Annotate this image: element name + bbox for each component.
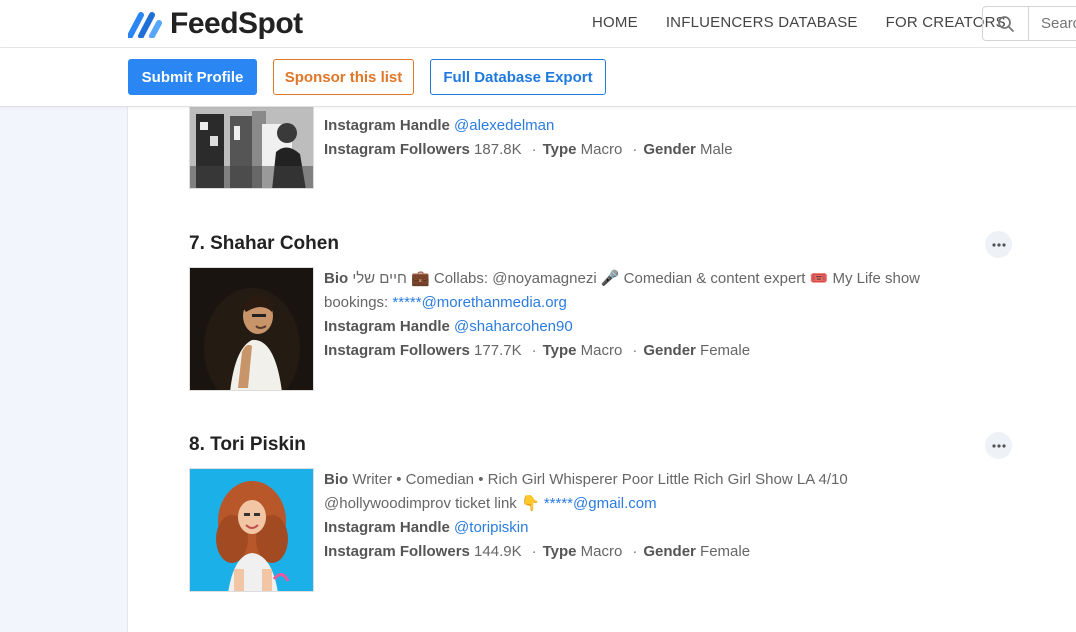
handle-line: Instagram Handle @alexedelman: [324, 114, 974, 138]
search-box: [982, 6, 1076, 41]
separator: ·: [531, 342, 537, 359]
submit-profile-button[interactable]: Submit Profile: [128, 59, 257, 95]
stats-line: Instagram Followers 177.7K · Type Macro · Ge…: [324, 339, 974, 363]
entry-title[interactable]: 7. Shahar Cohen: [189, 233, 339, 255]
profile-details: Instagram Handle @alexedelman Instagram …: [324, 114, 974, 162]
handle-label: Instagram Handle: [324, 318, 450, 335]
database-export-button[interactable]: Full Database Export: [430, 59, 606, 95]
gender-value: Male: [700, 141, 733, 158]
handle-link[interactable]: @toripiskin: [454, 519, 528, 536]
separator: ·: [531, 543, 537, 560]
left-sidebar: [0, 107, 128, 632]
type-label: Type: [542, 141, 577, 158]
gender-value: Female: [700, 543, 751, 560]
handle-label: Instagram Handle: [324, 519, 450, 536]
profile-photo[interactable]: [189, 267, 314, 391]
followers-label: Instagram Followers: [324, 141, 470, 158]
nav-home[interactable]: HOME: [592, 14, 638, 31]
handle-link[interactable]: @shaharcohen90: [454, 318, 573, 335]
type-value: Macro: [580, 141, 623, 158]
gender-label: Gender: [643, 141, 696, 158]
gender-label: Gender: [643, 543, 696, 560]
followers-label: Instagram Followers: [324, 342, 470, 359]
influencer-list: Instagram Handle @alexedelman Instagram …: [129, 107, 1076, 632]
nav-influencers-database[interactable]: INFLUENCERS DATABASE: [666, 14, 858, 31]
separator: ·: [632, 543, 638, 560]
bio-label: Bio: [324, 471, 349, 488]
profile-details: Bio Writer • Comedian • Rich Girl Whispe…: [324, 468, 974, 564]
bio-line: Bio Writer • Comedian • Rich Girl Whispe…: [324, 468, 974, 516]
separator: ·: [632, 342, 638, 359]
handle-line: Instagram Handle @shaharcohen90: [324, 315, 974, 339]
handle-line: Instagram Handle @toripiskin: [324, 516, 974, 540]
more-options-icon[interactable]: [985, 432, 1012, 459]
page: FeedSpot HOME INFLUENCERS DATABASE FOR C…: [0, 0, 1076, 632]
separator: ·: [632, 141, 638, 158]
handle-label: Instagram Handle: [324, 117, 450, 134]
type-value: Macro: [580, 342, 623, 359]
stats-line: Instagram Followers 187.8K · Type Macro · Ge…: [324, 138, 974, 162]
type-label: Type: [542, 342, 577, 359]
type-value: Macro: [580, 543, 623, 560]
followers-value: 187.8K: [474, 141, 522, 158]
followers-value: 177.7K: [474, 342, 522, 359]
main-nav: HOME INFLUENCERS DATABASE FOR CREATORS: [592, 14, 1006, 31]
bio-label: Bio: [324, 270, 349, 287]
bio-line: Bio חיים שלי 💼 Collabs: @noyamagnezi 🎤 C…: [324, 267, 974, 315]
bio-email-link[interactable]: *****@morethanmedia.org: [392, 294, 567, 311]
profile-photo[interactable]: [189, 107, 314, 189]
profile-details: Bio חיים שלי 💼 Collabs: @noyamagnezi 🎤 C…: [324, 267, 974, 363]
feedspot-logo[interactable]: FeedSpot: [127, 7, 303, 40]
gender-label: Gender: [643, 342, 696, 359]
top-header: FeedSpot HOME INFLUENCERS DATABASE FOR C…: [0, 0, 1076, 48]
type-label: Type: [542, 543, 577, 560]
sponsor-list-button[interactable]: Sponsor this list: [273, 59, 414, 95]
profile-photo[interactable]: [189, 468, 314, 592]
stats-line: Instagram Followers 144.9K · Type Macro · Ge…: [324, 540, 974, 564]
logo-text: FeedSpot: [170, 7, 303, 40]
followers-value: 144.9K: [474, 543, 522, 560]
bio-email-link[interactable]: *****@gmail.com: [544, 495, 657, 512]
followers-label: Instagram Followers: [324, 543, 470, 560]
handle-link[interactable]: @alexedelman: [454, 117, 554, 134]
separator: ·: [531, 141, 537, 158]
action-bar: Submit Profile Sponsor this list Full Da…: [0, 48, 1076, 107]
more-options-icon[interactable]: [985, 231, 1012, 258]
search-input[interactable]: [1029, 7, 1076, 40]
feedspot-logo-icon: [127, 10, 162, 39]
search-icon[interactable]: [983, 7, 1029, 40]
gender-value: Female: [700, 342, 751, 359]
entry-title[interactable]: 8. Tori Piskin: [189, 434, 306, 456]
